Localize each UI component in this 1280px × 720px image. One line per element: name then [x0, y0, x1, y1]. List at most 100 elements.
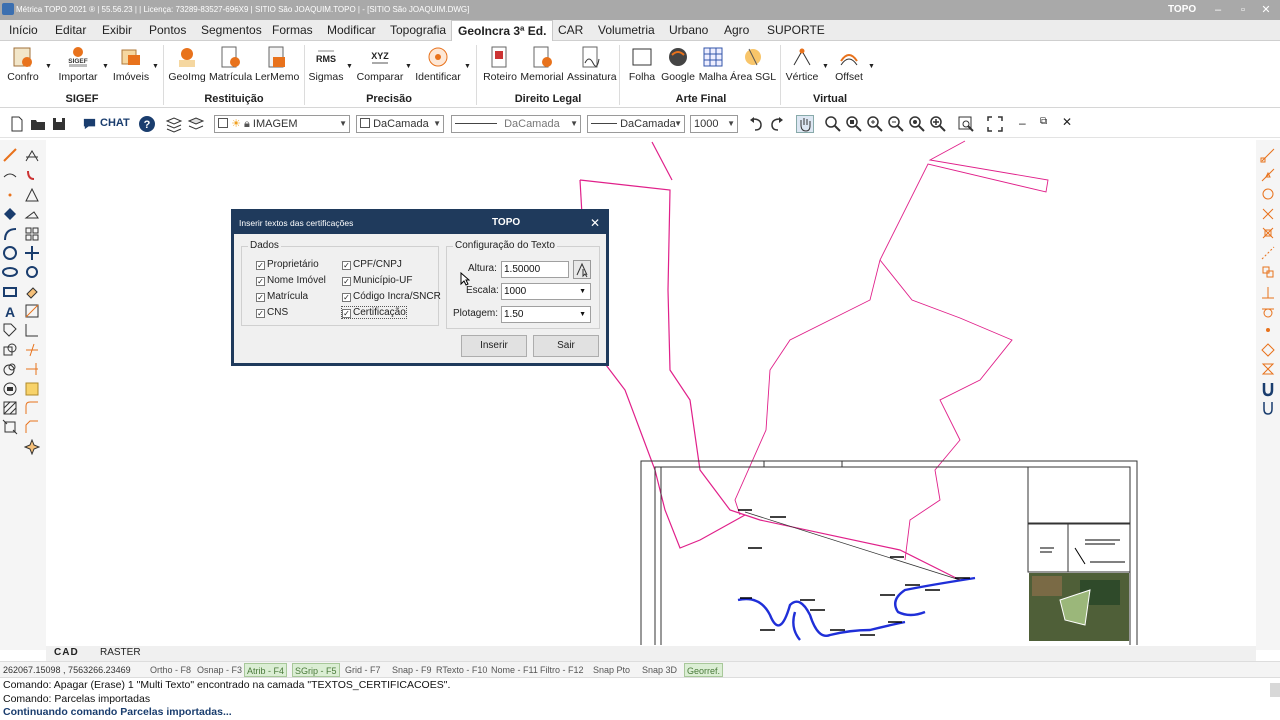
- stretch-tool-icon[interactable]: [2, 419, 18, 435]
- drawing-restore-icon[interactable]: ⧉: [1040, 116, 1047, 127]
- menu-modificar[interactable]: Modificar: [327, 20, 376, 41]
- drawing-minimize-icon[interactable]: –: [1019, 116, 1026, 130]
- rectangle-tool-icon[interactable]: [2, 284, 18, 300]
- arc-line-icon[interactable]: [2, 167, 18, 183]
- tag-tool-icon[interactable]: [2, 322, 18, 338]
- importar-dropdown-icon[interactable]: ▼: [102, 63, 109, 70]
- checkbox-proprietario[interactable]: ✓ Proprietário: [256, 259, 319, 270]
- zoom-previous-icon[interactable]: [908, 115, 926, 133]
- checkbox-matricula[interactable]: ✓ Matrícula: [256, 291, 308, 302]
- toggle-atrib[interactable]: Atrib - F4: [244, 663, 288, 677]
- zoom-window-icon[interactable]: [845, 115, 863, 133]
- circle-tool-icon[interactable]: [2, 245, 18, 261]
- help-icon[interactable]: ?: [138, 115, 156, 133]
- zoom-table-icon[interactable]: [957, 115, 975, 133]
- comparar-button[interactable]: XYZ Comparar: [356, 43, 404, 89]
- scale-combo[interactable]: 1000 ▼: [690, 115, 738, 133]
- zoom-realtime-icon[interactable]: [824, 115, 842, 133]
- menu-segmentos[interactable]: Segmentos: [201, 20, 262, 41]
- layer-states-icon[interactable]: [187, 115, 205, 133]
- menu-geoincra[interactable]: GeoIncra 3ª Ed.: [451, 20, 554, 42]
- vertice-button[interactable]: Vértice: [784, 43, 820, 89]
- eraser-tool-icon[interactable]: [24, 284, 40, 300]
- snap-extension-icon[interactable]: [1260, 245, 1276, 261]
- dialog-close-icon[interactable]: ✕: [590, 212, 600, 234]
- identificar-button[interactable]: Identificar: [414, 43, 462, 89]
- menu-inicio[interactable]: Início: [9, 20, 38, 41]
- hatch-tool-icon[interactable]: [2, 400, 18, 416]
- drawing-canvas[interactable]: [46, 140, 1256, 645]
- offset-dropdown-icon[interactable]: ▼: [868, 63, 875, 70]
- lermemo-button[interactable]: LerMemo: [255, 43, 299, 89]
- chamfer-tool-icon[interactable]: [24, 419, 40, 435]
- menu-agro[interactable]: Agro: [724, 20, 749, 41]
- toggle-snap-pto[interactable]: Snap Pto: [591, 663, 632, 677]
- magnet-tool-icon[interactable]: [24, 167, 40, 183]
- command-line-area[interactable]: Comando: Apagar (Erase) 1 "Multi Texto" …: [0, 679, 1280, 720]
- snap-tangent-icon[interactable]: [1260, 303, 1276, 319]
- redo-icon[interactable]: [768, 115, 786, 133]
- imoveis-button[interactable]: Imóveis: [112, 43, 150, 89]
- snap-toggle-icon[interactable]: [1260, 400, 1276, 416]
- rotate-tool-icon[interactable]: [24, 264, 40, 280]
- checkbox-codigo-incra[interactable]: ✓ Código Incra/SNCR: [342, 291, 441, 302]
- checkbox-municipio-uf[interactable]: ✓ Município-UF: [342, 275, 412, 286]
- menu-pontos[interactable]: Pontos: [149, 20, 186, 41]
- array-tool-icon[interactable]: [2, 381, 18, 397]
- roteiro-button[interactable]: Roteiro: [482, 43, 518, 89]
- identificar-dropdown-icon[interactable]: ▼: [464, 63, 471, 70]
- toggle-sgrip[interactable]: SGrip - F5: [292, 663, 340, 677]
- area-sgl-button[interactable]: Área SGL: [730, 43, 776, 89]
- malha-button[interactable]: Malha: [698, 43, 728, 89]
- vertex-tool-icon[interactable]: [2, 206, 18, 222]
- snap-magnet-icon[interactable]: [1260, 381, 1276, 397]
- confro-dropdown-icon[interactable]: ▼: [45, 63, 52, 70]
- sigmas-button[interactable]: RMS Sigmas: [308, 43, 344, 89]
- inserir-button[interactable]: Inserir: [461, 335, 527, 357]
- toggle-osnap[interactable]: Osnap - F3: [195, 663, 244, 677]
- assinatura-button[interactable]: Assinatura: [567, 43, 617, 89]
- open-folder-icon[interactable]: [29, 115, 47, 133]
- polyline-tool-icon[interactable]: [24, 147, 40, 163]
- restore-icon[interactable]: ▫: [1233, 0, 1253, 20]
- snap-endpoint-icon[interactable]: [1260, 147, 1276, 163]
- altura-input[interactable]: 1.50000: [501, 261, 569, 278]
- save-icon[interactable]: [50, 115, 68, 133]
- checkbox-nome-imovel[interactable]: ✓ Nome Imóvel: [256, 275, 326, 286]
- undo-icon[interactable]: [747, 115, 765, 133]
- pick-height-button[interactable]: [573, 260, 591, 279]
- memorial-button[interactable]: Memorial: [520, 43, 564, 89]
- comparar-dropdown-icon[interactable]: ▼: [405, 63, 412, 70]
- toggle-rtexto[interactable]: RTexto - F10: [434, 663, 489, 677]
- minimize-icon[interactable]: –: [1208, 0, 1228, 20]
- vertice-dropdown-icon[interactable]: ▼: [822, 63, 829, 70]
- menu-exibir[interactable]: Exibir: [102, 20, 132, 41]
- toggle-nome[interactable]: Nome - F11: [489, 663, 540, 677]
- snap-intersection-icon[interactable]: [1260, 206, 1276, 222]
- snap-insert-icon[interactable]: [1260, 264, 1276, 280]
- command-scrollbar[interactable]: [1270, 683, 1280, 697]
- google-button[interactable]: Google: [660, 43, 696, 89]
- layer-combo[interactable]: ☀ 🔒︎ IMAGEM ▼: [214, 115, 350, 133]
- zoom-out-icon[interactable]: [887, 115, 905, 133]
- checkbox-certificacao[interactable]: ✓ Certificação: [341, 306, 407, 319]
- menu-topografia[interactable]: Topografia: [390, 20, 446, 41]
- trim-tool-icon[interactable]: [24, 342, 40, 358]
- toggle-ortho[interactable]: Ortho - F8: [148, 663, 193, 677]
- toggle-snap-3d[interactable]: Snap 3D: [640, 663, 679, 677]
- color-combo[interactable]: DaCamada ▼: [356, 115, 444, 133]
- toggle-grid[interactable]: Grid - F7: [343, 663, 383, 677]
- ellipse-tool-icon[interactable]: [2, 264, 18, 280]
- triangle-tool-icon[interactable]: [24, 187, 40, 203]
- zoom-in-icon[interactable]: [866, 115, 884, 133]
- copy-tool-icon[interactable]: [2, 342, 18, 358]
- explode-tool-icon[interactable]: [24, 439, 40, 455]
- extend-tool-icon[interactable]: [24, 361, 40, 377]
- arc-tool-icon[interactable]: [2, 226, 18, 242]
- measure-tool-icon[interactable]: [24, 206, 40, 222]
- grid-tool-icon[interactable]: [24, 226, 40, 242]
- menu-volumetria[interactable]: Volumetria: [598, 20, 655, 41]
- line-tool-icon[interactable]: [2, 147, 18, 163]
- chat-button[interactable]: CHAT: [80, 114, 130, 134]
- snap-center-icon[interactable]: [1260, 186, 1276, 202]
